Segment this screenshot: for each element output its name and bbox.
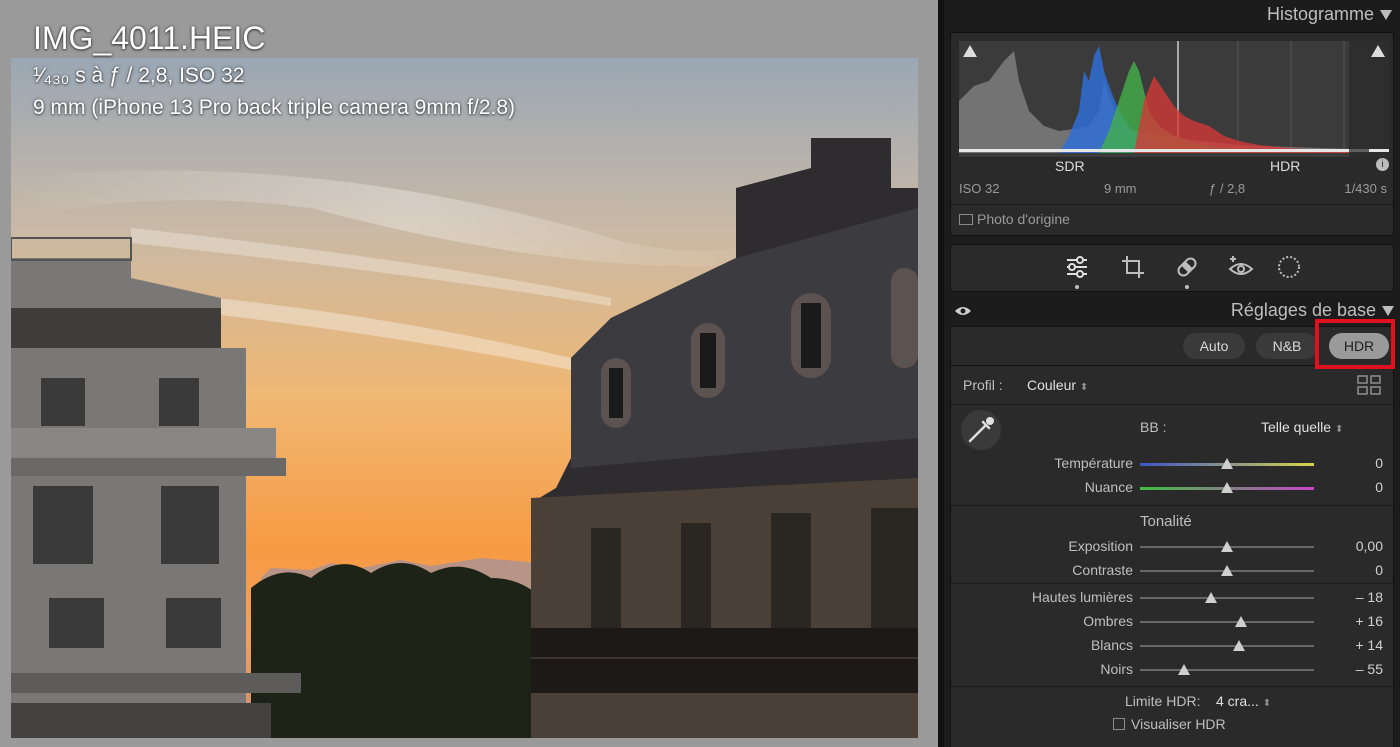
blacks-thumb[interactable] [1177,664,1190,675]
separator [951,404,1393,405]
histogram-graph[interactable] [959,41,1389,157]
highlights-label: Hautes lumières [1031,589,1133,605]
separator [951,686,1393,687]
active-tool-indicator [1075,285,1079,289]
photo-image[interactable] [11,58,918,738]
photo-illustration [11,58,918,738]
crop-icon[interactable] [1119,253,1147,281]
photo-preview-area: IMG_4011.HEIC ¹⁄₄₃₀ s à ƒ / 2,8, ISO 32 … [0,0,938,747]
eye-icon[interactable] [954,304,972,318]
hdr-limit-select[interactable]: 4 cra... ⬍ [1216,693,1271,709]
exif-focal: 9 mm [1104,181,1137,196]
tint-value[interactable]: 0 [1323,479,1383,495]
separator [951,505,1393,506]
hdr-headroom-zone [1349,41,1389,157]
shadows-track[interactable] [1140,621,1314,623]
tool-strip [950,244,1394,292]
highlights-value[interactable]: – 18 [1323,589,1383,605]
highlights-thumb[interactable] [1205,592,1218,603]
histogram-svg [959,41,1389,157]
exposure-label: Exposition [1068,538,1133,554]
exif-aperture: ƒ / 2,8 [1209,181,1246,196]
profile-value: Couleur [1027,377,1077,393]
shadows-value[interactable]: + 16 [1323,613,1383,629]
original-photo-toggle[interactable]: Photo d'origine [959,211,1070,227]
tone-title: Tonalité [1140,513,1192,530]
temperature-label: Température [1054,455,1133,471]
basic-settings-section: Profil : Couleur ⬍ BB : Telle quelle ⬍ T… [950,366,1394,747]
visualize-hdr-toggle[interactable]: Visualiser HDR [1113,716,1226,732]
wb-eyedropper-icon[interactable] [961,410,1001,450]
collapse-triangle-icon [1382,306,1394,317]
mask-icon[interactable] [1275,253,1303,281]
basic-title-text: Réglages de base [1230,300,1376,320]
hdr-limit-value: 4 cra... [1216,693,1259,709]
photo-exposure-info: ¹⁄₄₃₀ s à ƒ / 2,8, ISO 32 [33,64,244,88]
exif-shutter: 1/430 s [1344,181,1387,196]
original-photo-checkbox[interactable] [959,214,973,225]
wb-label: BB : [1140,419,1167,435]
whites-track[interactable] [1140,645,1314,647]
profile-browser-icon[interactable] [1357,375,1381,395]
develop-panel: Histogramme SDR HDR i ISO 32 9 mm ƒ / 2,… [944,0,1400,747]
basic-panel-title: Réglages de base [1231,300,1394,321]
exposure-value[interactable]: 0,00 [1323,538,1383,554]
photo-filename: IMG_4011.HEIC [33,20,266,56]
visualize-hdr-label: Visualiser HDR [1131,716,1226,732]
exposure-details: s à ƒ / 2,8, ISO 32 [75,64,245,87]
shadows-label: Ombres [1083,613,1133,629]
adjust-icon[interactable] [1063,253,1091,281]
redeye-icon[interactable] [1227,253,1255,281]
exif-iso: ISO 32 [959,181,1000,196]
tint-thumb[interactable] [1221,482,1233,493]
updown-icon: ⬍ [1334,424,1344,435]
histogram-baseline [959,149,1389,152]
exposure-thumb[interactable] [1221,541,1233,552]
shadows-thumb[interactable] [1234,616,1247,627]
contrast-label: Contraste [1072,562,1133,578]
visualize-hdr-checkbox[interactable] [1113,718,1125,730]
tool-indicator-dot [1185,285,1189,289]
wb-select[interactable]: Telle quelle ⬍ [1261,419,1343,435]
separator [951,583,1393,584]
auto-button[interactable]: Auto [1183,333,1245,359]
histogram-panel: SDR HDR i ISO 32 9 mm ƒ / 2,8 1/430 s Ph… [950,32,1394,236]
profile-select[interactable]: Couleur ⬍ [1027,377,1088,393]
blacks-value[interactable]: – 55 [1323,661,1383,677]
profile-label: Profil : [963,377,1003,393]
histogram-header[interactable]: Histogramme [1267,4,1392,25]
tint-label: Nuance [1084,479,1133,495]
contrast-value[interactable]: 0 [1323,562,1383,578]
sdr-label: SDR [1055,158,1085,174]
shadow-clipping-icon[interactable] [963,45,977,57]
updown-icon: ⬍ [1079,382,1089,393]
blacks-track[interactable] [1140,669,1314,671]
info-icon[interactable]: i [1376,158,1389,171]
collapse-triangle-icon [1380,10,1392,21]
histogram-separator [951,204,1393,205]
whites-thumb[interactable] [1233,640,1246,651]
bw-button[interactable]: N&B [1256,333,1318,359]
shutter-fraction: ¹⁄₄₃₀ [33,64,70,87]
updown-icon: ⬍ [1262,698,1272,709]
temperature-value[interactable]: 0 [1323,455,1383,471]
blacks-label: Noirs [1100,661,1133,677]
heal-icon[interactable] [1173,253,1201,281]
hdr-label: HDR [1270,158,1301,174]
whites-label: Blancs [1090,637,1133,653]
hdr-limit-label: Limite HDR: [1125,693,1201,709]
whites-value[interactable]: + 14 [1323,637,1383,653]
highlights-track[interactable] [1140,597,1314,599]
photo-lens-info: 9 mm (iPhone 13 Pro back triple camera 9… [33,96,516,119]
hdr-highlight-annotation [1315,319,1395,369]
temperature-thumb[interactable] [1221,458,1233,469]
contrast-thumb[interactable] [1221,565,1233,576]
wb-value: Telle quelle [1261,419,1332,435]
histogram-title: Histogramme [1266,4,1374,24]
original-photo-label: Photo d'origine [977,211,1070,227]
histogram-red-channel [1134,76,1349,153]
